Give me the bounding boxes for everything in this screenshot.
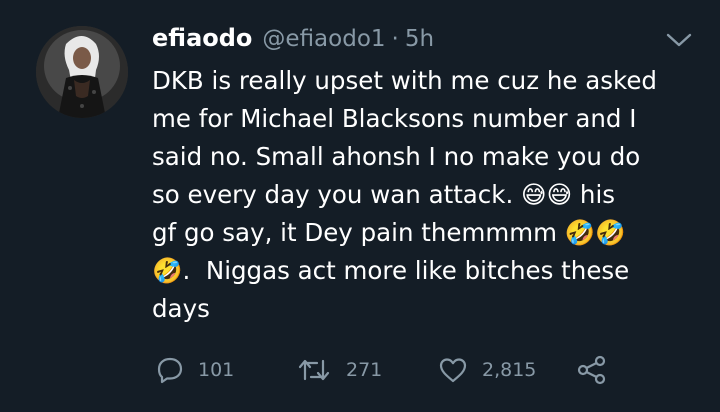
chevron-down-icon[interactable] [666,32,692,48]
user-handle[interactable]: @efiaodo1 [262,26,385,52]
tweet-text-line: so every day you wan attack. 😅😅 his [152,180,616,209]
display-name[interactable]: efiaodo [152,24,252,52]
tweet[interactable]: efiaodo @efiaodo1 · 5h DKB is really ups… [0,0,720,412]
avatar[interactable] [36,26,128,118]
tweet-text-line: days [152,294,210,323]
reply-icon [156,356,184,384]
heart-icon [438,356,468,384]
tweet-actions: 101 271 2,815 [152,350,672,390]
tweet-text-line: 🤣. Niggas act more like bitches these [152,256,630,285]
like-button[interactable]: 2,815 [438,350,536,390]
tweet-text-line: gf go say, it Dey pain themmmm 🤣🤣 [152,218,626,247]
share-button[interactable] [576,350,608,390]
tweet-text: DKB is really upset with me cuz he asked… [152,62,692,328]
retweet-button[interactable]: 271 [296,350,382,390]
retweet-count: 271 [346,359,383,381]
like-count: 2,815 [482,359,537,381]
separator-dot: · [391,26,399,52]
tweet-header: efiaodo @efiaodo1 · 5h [152,24,434,60]
retweet-icon [296,356,332,384]
reply-button[interactable]: 101 [156,350,234,390]
tweet-text-line: DKB is really upset with me cuz he asked [152,66,657,95]
timestamp[interactable]: 5h [405,26,434,52]
share-icon [576,354,608,386]
avatar-photo [36,26,128,118]
tweet-text-line: me for Michael Blacksons number and I [152,104,637,133]
tweet-text-line: said no. Small ahonsh I no make you do [152,142,641,171]
reply-count: 101 [198,359,235,381]
